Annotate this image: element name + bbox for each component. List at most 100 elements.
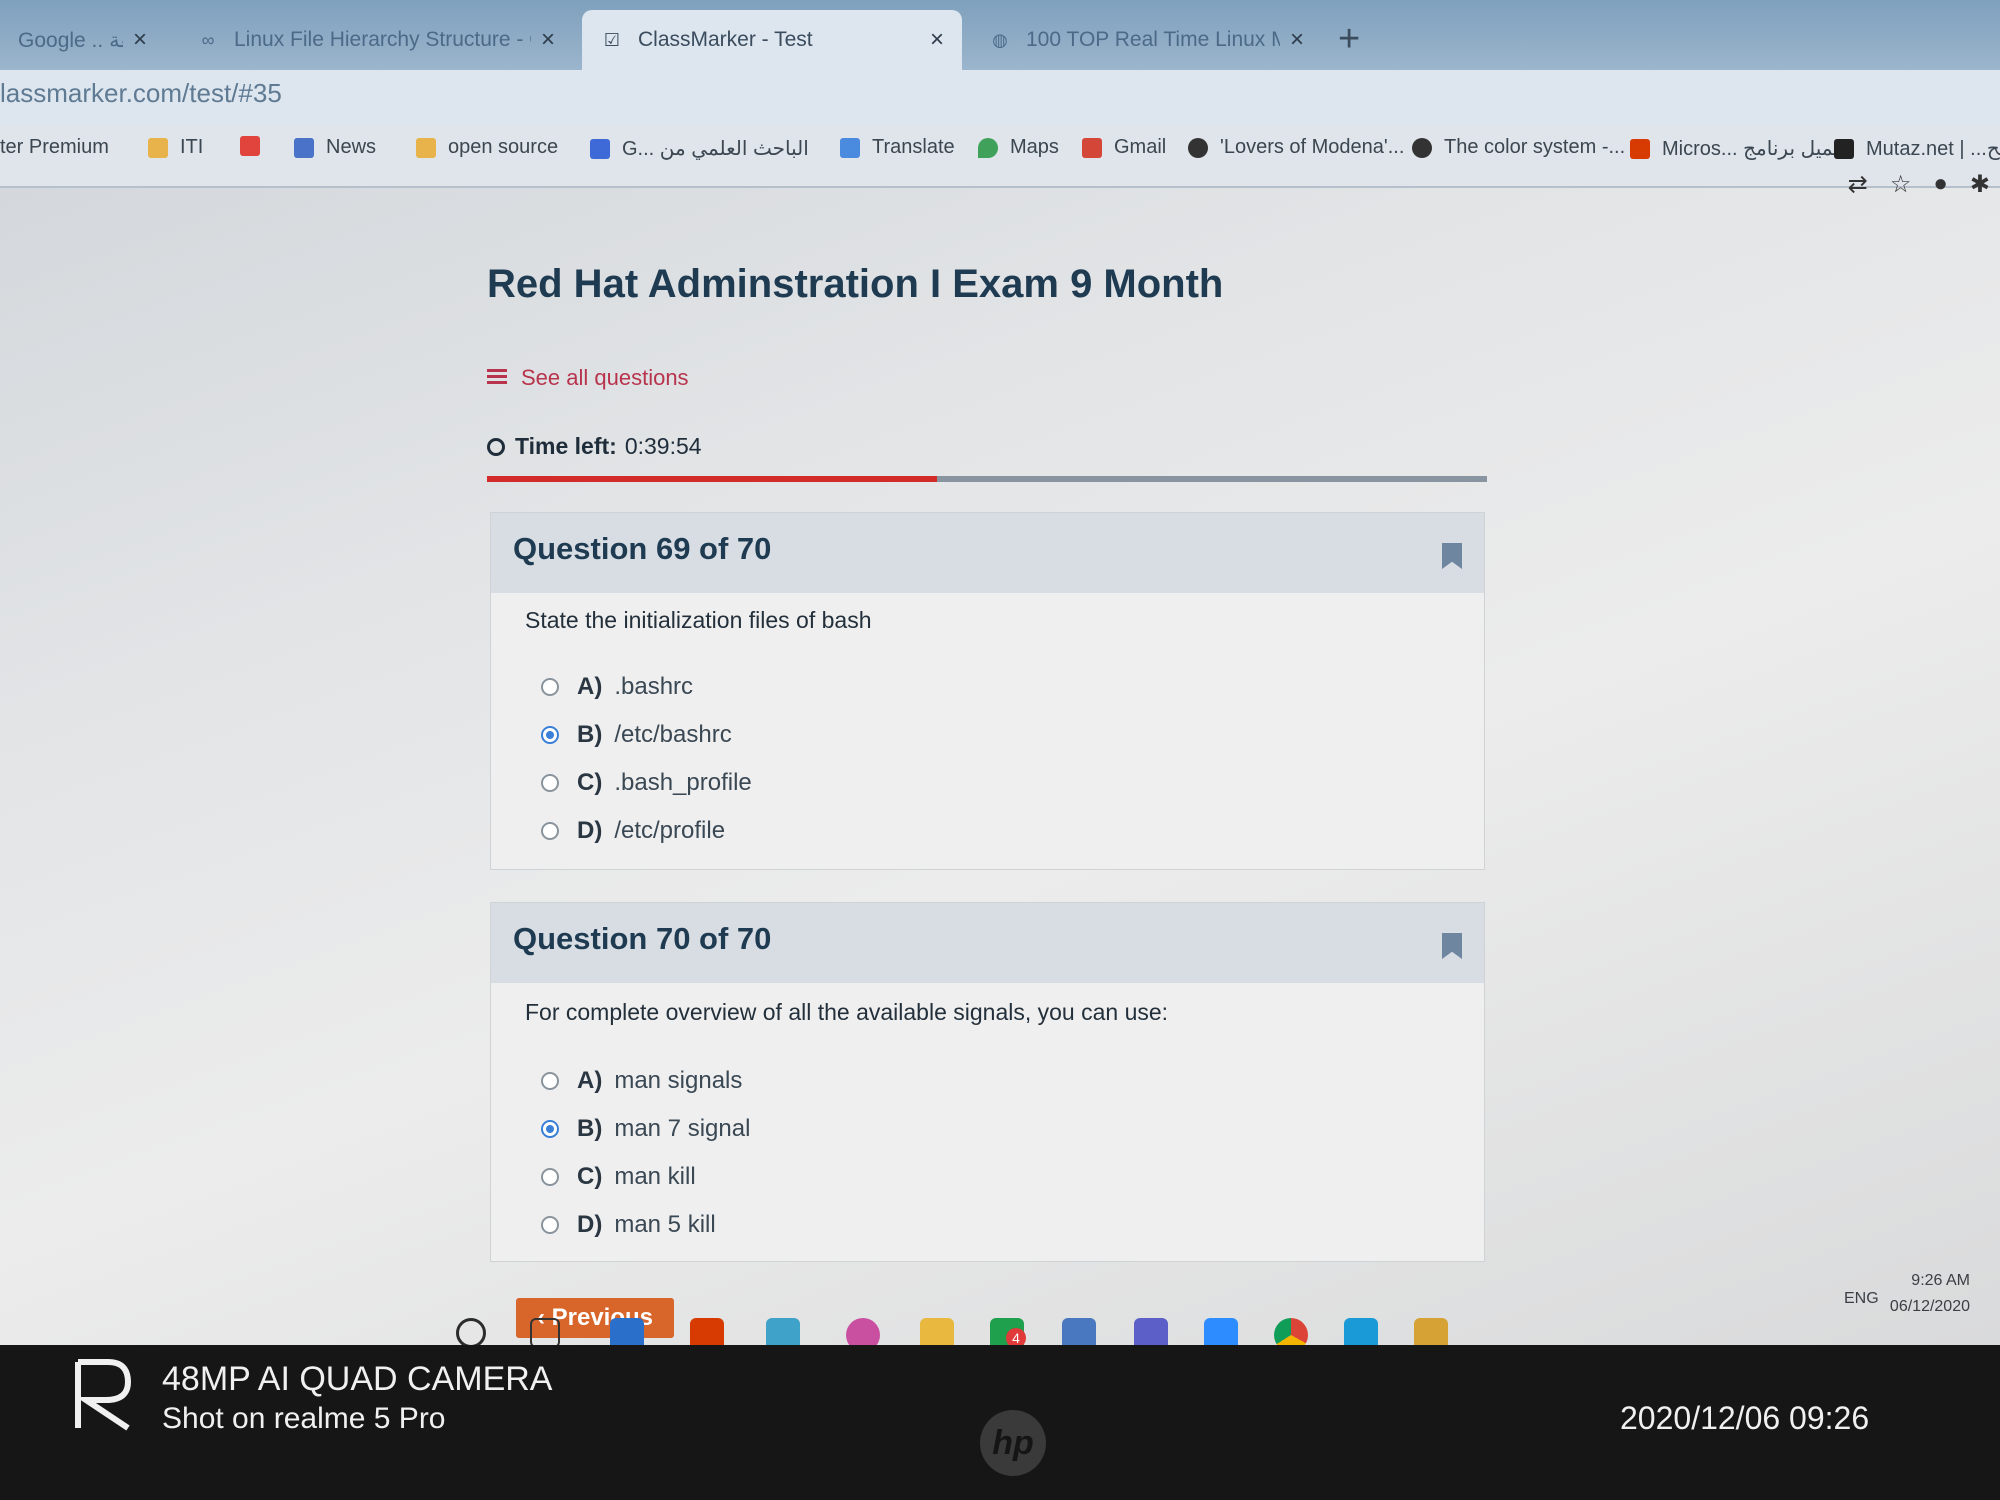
zoom-icon[interactable] [1204,1318,1238,1345]
answer-option[interactable]: C) .bash_profile [541,769,752,797]
vuetify-icon [1412,137,1432,158]
app-icon[interactable] [610,1318,644,1345]
question-card: Question 69 of 70 State the initializati… [490,512,1485,870]
bookmark-label: News [326,136,377,158]
radio-button[interactable] [541,774,559,792]
search-icon[interactable] [456,1318,486,1345]
option-letter: D) [577,817,603,844]
radio-button[interactable] [541,822,559,840]
radio-button[interactable] [541,1168,559,1186]
snip-icon[interactable] [846,1318,880,1345]
question-title: Question 70 of 70 [513,921,772,956]
answer-option[interactable]: B) /etc/bashrc [541,721,732,749]
option-text: man kill [614,1163,696,1190]
mutaz-icon [1834,138,1854,159]
option-letter: B) [577,721,603,748]
camera-watermark-line2: Shot on realme 5 Pro [162,1402,446,1435]
new-tab-button[interactable]: + [1338,18,1360,61]
browser-toolbar-icons: ⇄ ☆ ● ✱ [1848,170,1990,199]
laptop-screen: Google .. أرخفة × ∞ Linux File Hierarchy… [0,0,2000,1345]
tab-classmarker[interactable]: ☑ ClassMarker - Test × [582,10,962,70]
see-all-questions-link[interactable]: See all questions [487,365,689,391]
translate-icon [840,137,860,158]
close-icon[interactable]: × [930,26,944,54]
app-icon[interactable] [1414,1318,1448,1345]
tab-label: Linux File Hierarchy Structure - G [234,28,531,51]
close-icon[interactable]: × [1290,26,1304,54]
task-view-icon[interactable] [530,1318,560,1345]
teams-icon[interactable] [1134,1318,1168,1345]
bookmark-translate[interactable]: Translate [840,136,955,159]
option-letter: B) [577,1115,603,1142]
clock-time: 9:26 AM [1911,1272,1970,1289]
address-bar[interactable]: lassmarker.com/test/#35 [0,70,2000,126]
bookmark-open-source[interactable]: open source [416,136,558,159]
folder-icon [416,137,436,158]
close-icon[interactable]: × [541,26,555,54]
option-letter: A) [577,673,603,700]
profile-icon[interactable]: ● [1933,170,1948,199]
question-header: Question 69 of 70 [491,513,1484,593]
globe-icon: ◍ [992,29,1008,50]
radio-button[interactable] [541,678,559,696]
language-indicator[interactable]: ENG [1844,1290,1879,1308]
bookmark-maps[interactable]: Maps [978,136,1059,159]
option-letter: A) [577,1067,603,1094]
bookmark-iti[interactable]: ITI [148,136,203,159]
bookmark-microsoft[interactable]: Micros... تحميل برنامج [1630,136,1852,161]
bookmark-icon[interactable] [1442,933,1462,959]
app-icon[interactable] [1344,1318,1378,1345]
realme-logo [75,1359,132,1431]
tab-linux-hierarchy[interactable]: ∞ Linux File Hierarchy Structure - G × [178,10,573,70]
page-title: Red Hat Adminstration I Exam 9 Month [487,262,1224,306]
tab-label: 100 TOP Real Time Linux Multiple [1026,28,1280,51]
option-text: .bashrc [614,673,694,700]
store-icon[interactable] [766,1318,800,1345]
bookmark-label: G... الباحث العلمي من [622,138,809,160]
checkbox-icon: ☑ [603,29,621,50]
chrome-icon[interactable] [1274,1318,1308,1345]
extensions-icon[interactable]: ✱ [1970,170,1990,199]
app-icon[interactable] [1062,1318,1096,1345]
bookmark-youtube[interactable] [240,136,272,156]
radio-button[interactable] [541,726,559,744]
answer-option[interactable]: C) man kill [541,1163,696,1191]
answer-option[interactable]: D) /etc/profile [541,817,725,845]
bookmark-lovers-of-modena[interactable]: 'Lovers of Modena'... [1188,136,1404,159]
tab-label: Google .. أرخفة [18,28,123,52]
translate-icon[interactable]: ⇄ [1848,170,1868,199]
bookmark-icon[interactable] [1442,543,1462,569]
time-left: Time left: 0:39:54 [487,433,702,460]
bookmark-gmail[interactable]: Gmail [1082,136,1166,159]
star-icon[interactable]: ☆ [1890,170,1912,199]
bookmark-premium[interactable]: ter Premium [0,136,109,159]
answer-option[interactable]: D) man 5 kill [541,1211,716,1239]
url-text: lassmarker.com/test/#35 [0,78,282,108]
file-explorer-icon[interactable] [920,1318,954,1345]
time-left-label: Time left: [515,433,617,459]
tab-google[interactable]: Google .. أرخفة × [0,10,165,70]
radio-button[interactable] [541,1072,559,1090]
scholar-icon [590,138,610,159]
radio-button[interactable] [541,1120,559,1138]
bookmark-color-system[interactable]: The color system -... [1412,136,1625,159]
answer-option[interactable]: A) .bashrc [541,673,693,701]
question-card: Question 70 of 70 For complete overview … [490,902,1485,1262]
hp-logo: hp [980,1410,1046,1476]
tab-linux-mcq[interactable]: ◍ 100 TOP Real Time Linux Multiple × [970,10,1322,70]
tab-strip: Google .. أرخفة × ∞ Linux File Hierarchy… [0,0,2000,70]
bookmark-label: Translate [872,136,955,158]
mail-icon[interactable]: 4 [990,1318,1026,1345]
radio-button[interactable] [541,1216,559,1234]
bookmark-scholar[interactable]: G... الباحث العلمي من [590,136,809,161]
office-icon[interactable] [690,1318,724,1345]
close-icon[interactable]: × [133,26,147,54]
option-text: /etc/bashrc [614,721,732,748]
system-clock[interactable]: 9:26 AM 06/12/2020 [1890,1268,1970,1320]
clock-date: 06/12/2020 [1889,1298,1970,1315]
option-letter: C) [577,1163,603,1190]
bookmark-news[interactable]: News [294,136,376,159]
bookmark-mutaz[interactable]: Mutaz.net | ...موقع تح [1834,136,2000,161]
answer-option[interactable]: B) man 7 signal [541,1115,750,1143]
answer-option[interactable]: A) man signals [541,1067,742,1095]
